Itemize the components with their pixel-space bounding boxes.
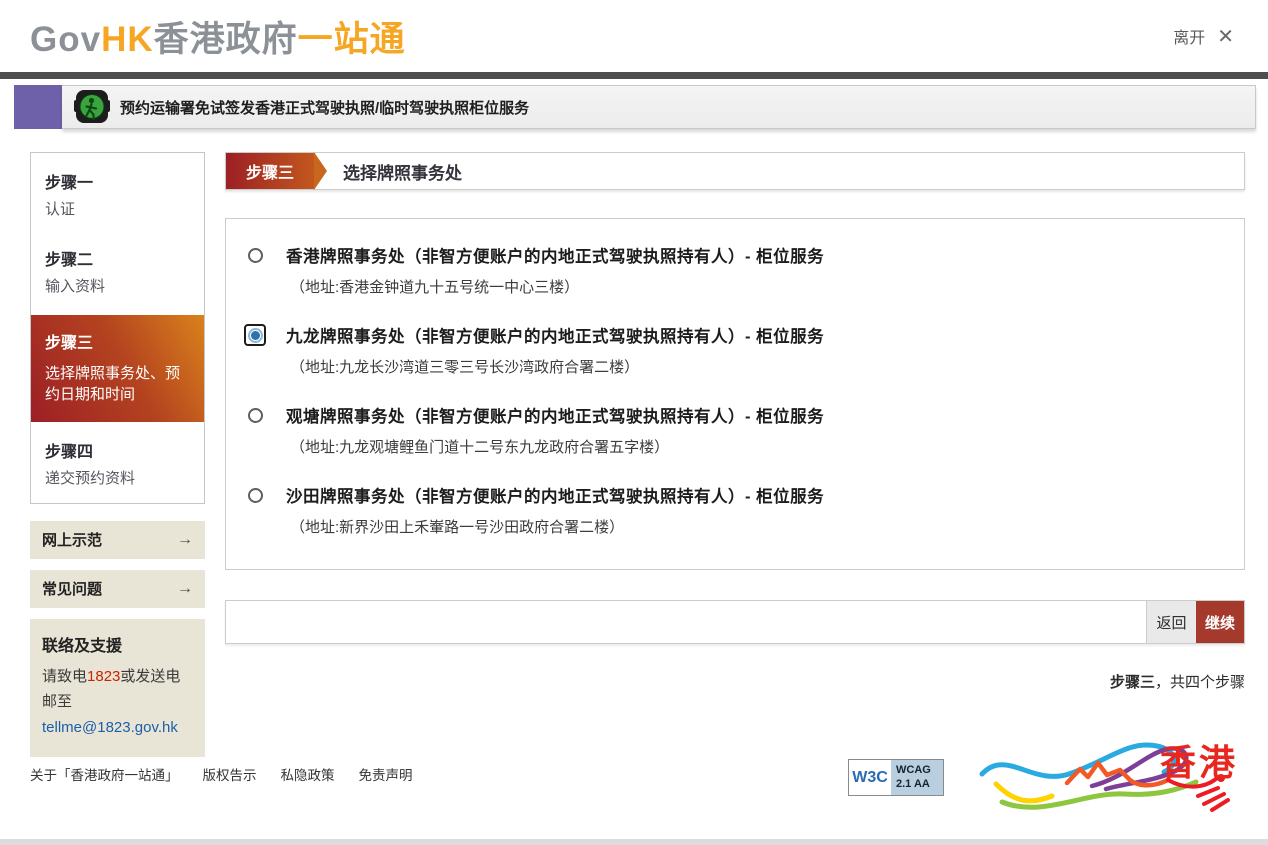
radio-office-0[interactable] [244,244,266,266]
hk-brand-logo: 香港 [974,728,1246,828]
option-address: （地址:新界沙田上禾輋路一号沙田政府合署二楼） [286,516,824,537]
wcag-level: WCAG 2.1 AA [891,760,943,795]
step-badge-arrow-icon [314,152,327,190]
content: 步骤一 认证 步骤二 输入资料 步骤三 选择牌照事务处、预约日期和时间 步骤四 … [0,129,1268,757]
logo-cn-gray: 香港政府 [154,20,298,59]
progress-current-step: 步骤三 [1110,674,1155,691]
option-address: （地址:九龙长沙湾道三零三号长沙湾政府合署二楼） [286,356,824,377]
faq-label: 常见问题 [42,578,102,599]
demo-label: 网上示范 [42,529,102,550]
sidebar-step-1: 步骤一 认证 [31,157,204,234]
leave-button[interactable]: 离开 ✕ [1173,24,1234,49]
footer-link-privacy[interactable]: 私隐政策 [281,764,335,784]
logo-hk: HK [101,20,154,59]
option-label: 香港牌照事务处（非智方便账户的内地正式驾驶执照持有人）- 柜位服务 [286,243,824,267]
option-kwun-tong-office[interactable]: 观塘牌照事务处（非智方便账户的内地正式驾驶执照持有人）- 柜位服务 （地址:九龙… [244,403,1226,457]
radio-office-2[interactable] [244,404,266,426]
sidebar-item-demo[interactable]: 网上示范 → [30,521,205,559]
option-label: 沙田牌照事务处（非智方便账户的内地正式驾驶执照持有人）- 柜位服务 [286,483,824,507]
close-icon[interactable]: ✕ [1217,24,1234,49]
sidebar-step-3-active: 步骤三 选择牌照事务处、预约日期和时间 [31,315,204,423]
step-4-subtitle: 递交预约资料 [45,468,190,490]
traffic-light-icon [74,89,110,125]
footer-link-disclaimer[interactable]: 免责声明 [359,764,413,784]
option-address: （地址:香港金钟道九十五号统一中心三楼） [286,276,824,297]
arrow-right-icon: → [177,531,193,549]
govhk-logo: GovHK香港政府一站通 [30,11,406,62]
sidebar-step-2: 步骤二 输入资料 [31,234,204,311]
main-panel: 步骤三 选择牌照事务处 香港牌照事务处（非智方便账户的内地正式驾驶执照持有人）-… [225,152,1245,692]
continue-button[interactable]: 继续 [1196,601,1244,643]
page: GovHK香港政府一站通 离开 ✕ 预约运输署免试签发香港正式驾驶执照/临时驾驶… [0,0,1268,845]
footer-link-copyright[interactable]: 版权告示 [203,764,257,784]
action-bar: 返回 继续 [225,600,1245,644]
logo-gov: Gov [30,20,101,59]
contact-title: 联络及支援 [42,632,193,656]
page-title: 选择牌照事务处 [343,159,462,184]
steps-nav: 步骤一 认证 步骤二 输入资料 步骤三 选择牌照事务处、预约日期和时间 步骤四 … [30,152,205,504]
progress-indicator: 步骤三，共四个步骤 [225,671,1245,692]
step-2-subtitle: 输入资料 [45,276,190,298]
option-label: 九龙牌照事务处（非智方便账户的内地正式驾驶执照持有人）- 柜位服务 [286,323,824,347]
contact-text-before: 请致电 [42,668,87,685]
option-address: （地址:九龙观塘鲤鱼门道十二号东九龙政府合署五字楼） [286,436,824,457]
banner-purple-block [14,85,62,129]
service-banner: 预约运输署免试签发香港正式驾驶执照/临时驾驶执照柜位服务 [14,85,1256,129]
back-button[interactable]: 返回 [1146,601,1196,643]
banner-strip: 预约运输署免试签发香港正式驾驶执照/临时驾驶执照柜位服务 [62,85,1256,129]
w3c-logo: W3C [849,760,891,795]
footer-links: 关于「香港政府一站通」 版权告示 私隐政策 免责声明 [30,764,413,784]
radio-office-1[interactable] [244,324,266,346]
option-kowloon-office[interactable]: 九龙牌照事务处（非智方便账户的内地正式驾驶执照持有人）- 柜位服务 （地址:九龙… [244,323,1226,377]
wcag-badge[interactable]: W3C WCAG 2.1 AA [848,759,944,796]
step-1-title: 步骤一 [45,169,190,193]
option-sha-tin-office[interactable]: 沙田牌照事务处（非智方便账户的内地正式驾驶执照持有人）- 柜位服务 （地址:新界… [244,483,1226,537]
option-hong-kong-office[interactable]: 香港牌照事务处（非智方便账户的内地正式驾驶执照持有人）- 柜位服务 （地址:香港… [244,243,1226,297]
step-4-title: 步骤四 [45,438,190,462]
office-options: 香港牌照事务处（非智方便账户的内地正式驾驶执照持有人）- 柜位服务 （地址:香港… [225,218,1245,570]
sidebar: 步骤一 认证 步骤二 输入资料 步骤三 选择牌照事务处、预约日期和时间 步骤四 … [30,152,205,757]
step-3-subtitle: 选择牌照事务处、预约日期和时间 [45,363,190,407]
contact-phone: 1823 [87,668,120,685]
progress-total-steps: ，共四个步骤 [1155,674,1245,691]
brand-hk-text: 香港 [1160,734,1238,786]
option-label: 观塘牌照事务处（非智方便账户的内地正式驾驶执照持有人）- 柜位服务 [286,403,824,427]
step-2-title: 步骤二 [45,246,190,270]
footer: 关于「香港政府一站通」 版权告示 私隐政策 免责声明 W3C WCAG 2.1 … [0,728,1268,838]
footer-link-about[interactable]: 关于「香港政府一站通」 [30,764,179,784]
logo-cn-orange: 一站通 [298,20,406,59]
top-header: GovHK香港政府一站通 离开 ✕ [0,0,1268,72]
sidebar-step-4: 步骤四 递交预约资料 [31,426,204,503]
step-header: 步骤三 选择牌照事务处 [225,152,1245,190]
sidebar-item-faq[interactable]: 常见问题 → [30,570,205,608]
arrow-right-icon: → [177,580,193,598]
header-divider [0,72,1268,79]
step-3-title: 步骤三 [45,329,190,353]
step-1-subtitle: 认证 [45,199,190,221]
radio-office-3[interactable] [244,484,266,506]
leave-label: 离开 [1173,24,1205,48]
service-title: 预约运输署免试签发香港正式驾驶执照/临时驾驶执照柜位服务 [120,97,529,118]
step-badge: 步骤三 [226,153,314,189]
